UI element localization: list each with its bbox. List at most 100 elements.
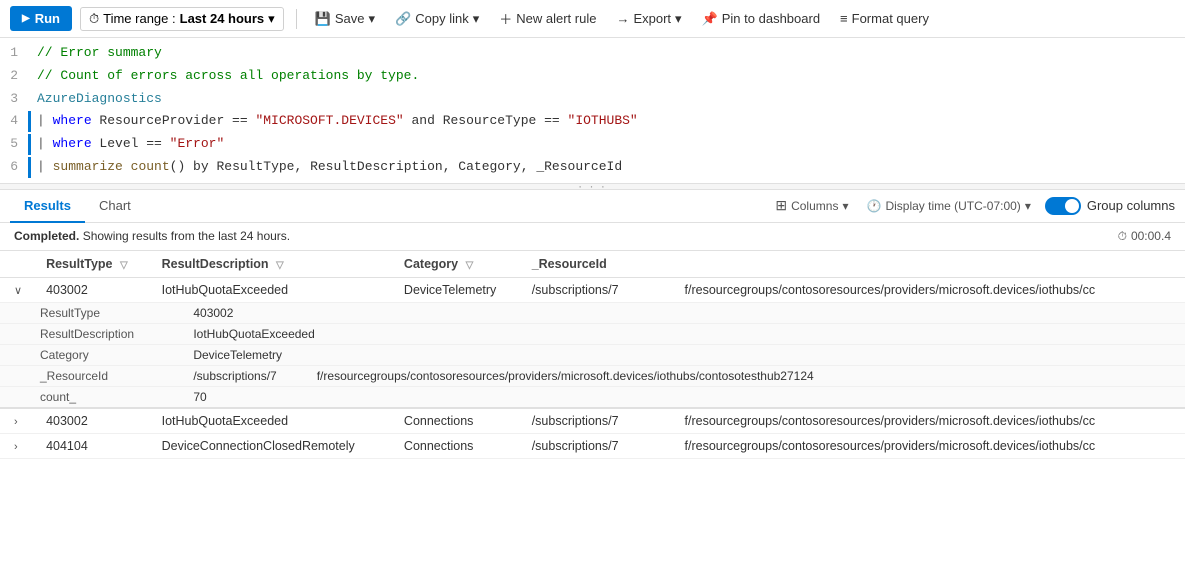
time-range-prefix: Time range : (103, 11, 176, 26)
status-text: Showing results from the last 24 hours. (83, 229, 290, 243)
expand-cell[interactable]: ∨ (0, 277, 36, 302)
run-label: Run (35, 11, 60, 26)
cell-result-type-3: 404104 (36, 433, 152, 458)
time-range-button[interactable]: ⏱ Time range : Last 24 hours ▾ (80, 7, 284, 31)
cell-result-desc: IotHubQuotaExceeded (152, 277, 394, 302)
pin-to-dashboard-button[interactable]: 📌 Pin to dashboard (696, 8, 826, 30)
timer-icon: ⏱ (1118, 229, 1127, 244)
results-area: Results Chart ⊞ Columns ▾ 🕐 Display time… (0, 190, 1185, 459)
plus-icon: ＋ (499, 9, 512, 28)
save-button[interactable]: 💾 Save ▾ (309, 8, 381, 30)
code-text-4: | where ResourceProvider == "MICROSOFT.D… (37, 111, 1185, 132)
chevron-down-icon: ▾ (268, 11, 275, 27)
cell-result-type: 403002 (36, 277, 152, 302)
code-line-2: 2 // Count of errors across all operatio… (0, 65, 1185, 88)
completed-label: Completed. (14, 229, 79, 243)
new-alert-rule-button[interactable]: ＋ New alert rule (493, 6, 602, 31)
cell-result-desc-3: DeviceConnectionClosedRemotely (152, 433, 394, 458)
results-table: ResultType ▽ ResultDescription ▽ Categor… (0, 251, 1185, 459)
elapsed-time: 00:00.4 (1131, 229, 1171, 243)
link-icon: 🔗 (395, 11, 411, 27)
tab-chart[interactable]: Chart (85, 190, 145, 223)
format-icon: ≡ (840, 11, 848, 26)
th-category[interactable]: Category ▽ (394, 251, 522, 278)
filter-icon-3[interactable]: ▽ (466, 260, 474, 271)
table-header: ResultType ▽ ResultDescription ▽ Categor… (0, 251, 1185, 278)
toolbar: ▶ Run ⏱ Time range : Last 24 hours ▾ 💾 S… (0, 0, 1185, 38)
code-text-6: | summarize count() by ResultType, Resul… (37, 157, 1185, 178)
table-row: › 404104 DeviceConnectionClosedRemotely … (0, 433, 1185, 458)
format-query-label: Format query (852, 11, 929, 26)
copy-link-label: Copy link (415, 11, 468, 26)
columns-icon: ⊞ (775, 197, 787, 214)
copy-link-button[interactable]: 🔗 Copy link ▾ (389, 8, 485, 30)
detail-count: count_ 70 (0, 386, 1185, 408)
code-line-6: 6 | summarize count() by ResultType, Res… (0, 156, 1185, 179)
cell-resource-id-2: /subscriptions/7 f/resourcegroups/contos… (522, 408, 1185, 434)
time-badge: ⏱ 00:00.4 (1118, 229, 1171, 244)
pin-to-dashboard-label: Pin to dashboard (722, 11, 820, 26)
cell-resource-id: /subscriptions/7 f/resourcegroups/contos… (522, 277, 1185, 302)
cell-category: DeviceTelemetry (394, 277, 522, 302)
filter-icon-2[interactable]: ▽ (276, 260, 284, 271)
time-range-value: Last 24 hours (180, 11, 265, 26)
tab-results[interactable]: Results (10, 190, 85, 223)
format-query-button[interactable]: ≡ Format query (834, 8, 935, 29)
filter-icon-1[interactable]: ▽ (120, 260, 128, 271)
save-label: Save (335, 11, 365, 26)
th-result-desc[interactable]: ResultDescription ▽ (152, 251, 394, 278)
code-text-3: AzureDiagnostics (37, 89, 1185, 110)
chevron-down-icon-columns: ▾ (842, 199, 848, 213)
new-alert-rule-label: New alert rule (516, 11, 596, 26)
tab-bar: Results Chart ⊞ Columns ▾ 🕐 Display time… (0, 190, 1185, 223)
cell-result-type-2: 403002 (36, 408, 152, 434)
clock-icon-2: 🕐 (866, 199, 881, 213)
code-text-1: // Error summary (37, 43, 1185, 64)
th-resource-id: _ResourceId (522, 251, 1185, 278)
expanded-detail-row: ResultDescription IotHubQuotaExceeded (0, 323, 1185, 344)
cell-result-desc-2: IotHubQuotaExceeded (152, 408, 394, 434)
group-columns-label: Group columns (1087, 198, 1175, 213)
expand-cell-3[interactable]: › (0, 433, 36, 458)
group-columns-toggle[interactable] (1045, 197, 1081, 215)
code-line-5: 5 | where Level == "Error" (0, 133, 1185, 156)
columns-label: Columns (791, 199, 838, 213)
expand-button-2[interactable]: › (10, 416, 22, 428)
code-line-1: 1 // Error summary (0, 42, 1185, 65)
expanded-detail-row: _ResourceId /subscriptions/7 f/resourceg… (0, 365, 1185, 386)
expanded-detail-row: Category DeviceTelemetry (0, 344, 1185, 365)
chevron-down-icon-time: ▾ (1025, 199, 1031, 213)
status-bar: Completed. Showing results from the last… (0, 223, 1185, 251)
tab-options: ⊞ Columns ▾ 🕐 Display time (UTC-07:00) ▾… (771, 195, 1175, 216)
pin-icon: 📌 (702, 11, 718, 27)
detail-result-type: ResultType 403002 (0, 302, 1185, 323)
table-body: ∨ 403002 IotHubQuotaExceeded DeviceTelem… (0, 277, 1185, 458)
detail-category: Category DeviceTelemetry (0, 344, 1185, 365)
code-line-3: 3 AzureDiagnostics (0, 88, 1185, 111)
chevron-down-icon-save: ▾ (369, 11, 376, 27)
chevron-down-icon-export: ▾ (675, 11, 682, 27)
expanded-detail-row: count_ 70 (0, 386, 1185, 408)
export-button[interactable]: → Export ▾ (610, 8, 687, 30)
results-table-wrap[interactable]: ResultType ▽ ResultDescription ▽ Categor… (0, 251, 1185, 459)
play-icon: ▶ (22, 13, 30, 24)
th-result-type[interactable]: ResultType ▽ (36, 251, 152, 278)
display-time-button[interactable]: 🕐 Display time (UTC-07:00) ▾ (862, 197, 1034, 215)
display-time-label: Display time (UTC-07:00) (885, 199, 1020, 213)
th-expand (0, 251, 36, 278)
expand-cell-2[interactable]: › (0, 408, 36, 434)
collapse-button[interactable]: ∨ (10, 284, 26, 297)
detail-result-desc: ResultDescription IotHubQuotaExceeded (0, 323, 1185, 344)
detail-resource-id: _ResourceId /subscriptions/7 f/resourceg… (0, 365, 1185, 386)
save-icon: 💾 (315, 11, 331, 27)
columns-button[interactable]: ⊞ Columns ▾ (771, 195, 852, 216)
expanded-detail-row: ResultType 403002 (0, 302, 1185, 323)
run-button[interactable]: ▶ Run (10, 6, 72, 31)
status-message: Completed. Showing results from the last… (14, 229, 290, 243)
code-editor[interactable]: 1 // Error summary 2 // Count of errors … (0, 38, 1185, 184)
group-columns-toggle-container: Group columns (1045, 197, 1175, 215)
expand-button-3[interactable]: › (10, 441, 22, 453)
separator (296, 9, 297, 29)
clock-icon: ⏱ (89, 11, 99, 27)
code-line-4: 4 | where ResourceProvider == "MICROSOFT… (0, 110, 1185, 133)
